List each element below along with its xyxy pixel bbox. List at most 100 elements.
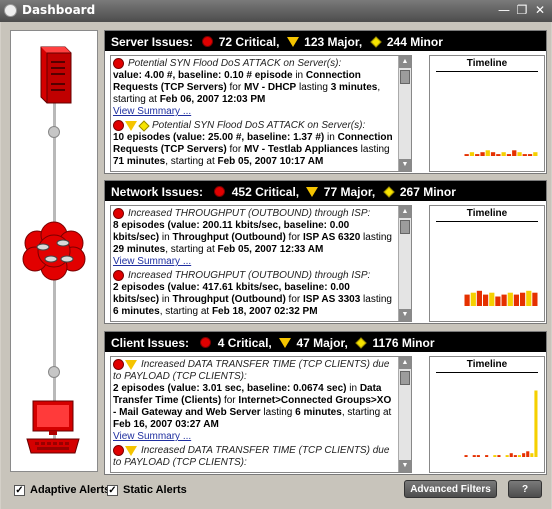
- static-alerts-label[interactable]: Static Alerts: [123, 484, 187, 496]
- alert-body-text: for: [226, 82, 244, 94]
- close-button[interactable]: ✕: [532, 2, 548, 18]
- network-issues-panel: Network Issues: 452 Critical, 77 Major, …: [104, 180, 547, 324]
- alert-heading: Potential SYN Flood DoS ATTACK on Server…: [113, 58, 396, 70]
- alert-body-text: Feb 16, 2007 03:27 AM: [113, 419, 219, 431]
- timeline-bar: [501, 294, 507, 306]
- scroll-down-icon[interactable]: ▼: [399, 159, 411, 171]
- timeline-bar: [520, 292, 526, 306]
- alert-body-text: for: [221, 395, 239, 407]
- maximize-button[interactable]: ❐: [514, 2, 530, 18]
- network-issues-header: Network Issues: 452 Critical, 77 Major, …: [105, 181, 546, 201]
- alert-scrollbar[interactable]: ▲ ▼: [398, 206, 411, 321]
- alert-body-text: ISP AS 6320: [303, 232, 361, 244]
- alert-body-text: in: [159, 232, 173, 244]
- minor-icon: [355, 337, 367, 349]
- alert-entry[interactable]: Potential SYN Flood DoS ATTACK on Server…: [113, 119, 396, 168]
- minor-icon: [382, 186, 395, 198]
- timeline-bar: [533, 152, 538, 156]
- major-icon: [125, 120, 137, 131]
- minimize-button[interactable]: —: [496, 2, 512, 18]
- server-alert-list[interactable]: Potential SYN Flood DoS ATTACK on Server…: [110, 55, 412, 172]
- alert-entries: Potential SYN Flood DoS ATTACK on Server…: [113, 58, 396, 170]
- view-summary-link[interactable]: View Summary ...: [113, 106, 396, 118]
- timeline-bar: [470, 292, 476, 306]
- scroll-up-icon[interactable]: ▲: [399, 357, 411, 369]
- scroll-down-icon[interactable]: ▼: [399, 460, 411, 472]
- critical-icon: [113, 58, 124, 69]
- server-minor-count: 244 Minor: [386, 34, 443, 49]
- alert-body: 2 episodes (value: 3.01 sec, baseline: 0…: [113, 383, 396, 431]
- adaptive-alerts-label[interactable]: Adaptive Alerts: [30, 484, 110, 496]
- alert-body-text: 2 episodes (value: 3.01 sec, baseline: 0…: [113, 383, 347, 395]
- timeline-bar: [490, 152, 496, 156]
- alert-body-text: in: [346, 383, 360, 395]
- view-summary-link[interactable]: View Summary ...: [113, 256, 396, 268]
- client-computer-icon[interactable]: [25, 399, 81, 457]
- advanced-filters-button[interactable]: Advanced Filters: [404, 480, 497, 498]
- footer-bar: ✓ Adaptive Alerts ✓ Static Alerts Advanc…: [0, 474, 552, 509]
- timeline-bar: [464, 455, 468, 457]
- alert-entry[interactable]: Increased THROUGHPUT (OUTBOUND) through …: [113, 208, 396, 268]
- timeline-bar: [517, 152, 522, 156]
- server-issues-panel: Server Issues: 72 Critical, 123 Major, 2…: [104, 30, 547, 174]
- timeline-bar: [485, 455, 489, 457]
- scroll-thumb[interactable]: [400, 371, 410, 385]
- topology-node-dot: [48, 366, 60, 378]
- scroll-up-icon[interactable]: ▲: [399, 56, 411, 68]
- network-major-count: 77 Major,: [323, 184, 376, 199]
- critical-icon: [214, 186, 226, 198]
- alert-entry[interactable]: Increased DATA TRANSFER TIME (TCP CLIENT…: [113, 359, 396, 443]
- scroll-up-icon[interactable]: ▲: [399, 206, 411, 218]
- network-alert-list[interactable]: Increased THROUGHPUT (OUTBOUND) through …: [110, 205, 412, 322]
- timeline-bar: [526, 451, 530, 457]
- network-cloud-icon[interactable]: [21, 221, 87, 281]
- alert-body: 10 episodes (value: 25.00 #, baseline: 1…: [113, 132, 396, 168]
- alert-body-text: Feb 06, 2007 12:03 PM: [159, 94, 266, 106]
- timeline-bar: [483, 294, 489, 306]
- major-icon: [125, 445, 137, 456]
- client-alert-list[interactable]: Increased DATA TRANSFER TIME (TCP CLIENT…: [110, 356, 412, 473]
- major-icon: [286, 36, 299, 47]
- scroll-thumb[interactable]: [400, 220, 410, 234]
- alert-entry[interactable]: Increased DATA TRANSFER TIME (TCP CLIENT…: [113, 445, 396, 469]
- client-major-count: 47 Major,: [296, 335, 348, 350]
- alert-body-text: , starting at: [165, 244, 218, 256]
- alert-body-text: , starting at: [165, 156, 218, 168]
- minor-icon: [138, 119, 150, 132]
- scroll-thumb[interactable]: [400, 70, 410, 84]
- critical-icon: [113, 120, 124, 132]
- alert-title: Increased DATA TRANSFER TIME (TCP CLIENT…: [113, 445, 390, 469]
- timeline-bars: [464, 390, 538, 457]
- timeline-bar: [530, 453, 534, 457]
- help-button[interactable]: ?: [508, 480, 542, 498]
- alert-body-text: , starting at: [159, 306, 212, 318]
- timeline-bar: [480, 152, 485, 156]
- alert-body-text: lasting: [360, 232, 392, 244]
- alert-entry[interactable]: Potential SYN Flood DoS ATTACK on Server…: [113, 58, 396, 118]
- client-issues-header: Client Issues: 4 Critical, 47 Major, 117…: [105, 332, 546, 352]
- network-issues-label: Network Issues:: [111, 184, 204, 199]
- timeline-bar: [497, 455, 501, 457]
- timeline-bar: [507, 292, 513, 306]
- alert-scrollbar[interactable]: ▲ ▼: [398, 56, 411, 171]
- view-summary-link[interactable]: View Summary ...: [113, 431, 396, 443]
- static-alerts-checkbox[interactable]: ✓: [107, 485, 118, 496]
- client-issues-label: Client Issues:: [111, 335, 190, 350]
- critical-icon: [113, 270, 124, 282]
- window-title: Dashboard: [22, 3, 96, 17]
- alert-body-text: value: 4.00 #, baseline: 0.10 # episode: [113, 70, 293, 82]
- alert-body-text: 6 minutes: [295, 407, 342, 419]
- alert-heading: Increased DATA TRANSFER TIME (TCP CLIENT…: [113, 445, 396, 469]
- alert-body-text: 3 minutes: [330, 82, 378, 94]
- timeline-bar: [501, 152, 506, 156]
- scroll-down-icon[interactable]: ▼: [399, 309, 411, 321]
- client-timeline-chart: Timeline: [429, 356, 545, 473]
- server-icon[interactable]: [35, 43, 75, 107]
- timeline-bar: [522, 154, 527, 156]
- alert-body-text: lasting: [296, 82, 331, 94]
- alert-scrollbar[interactable]: ▲ ▼: [398, 357, 411, 472]
- critical-icon: [200, 337, 212, 349]
- alert-entry[interactable]: Increased THROUGHPUT (OUTBOUND) through …: [113, 270, 396, 318]
- timeline-bar: [517, 455, 521, 457]
- adaptive-alerts-checkbox[interactable]: ✓: [14, 485, 25, 496]
